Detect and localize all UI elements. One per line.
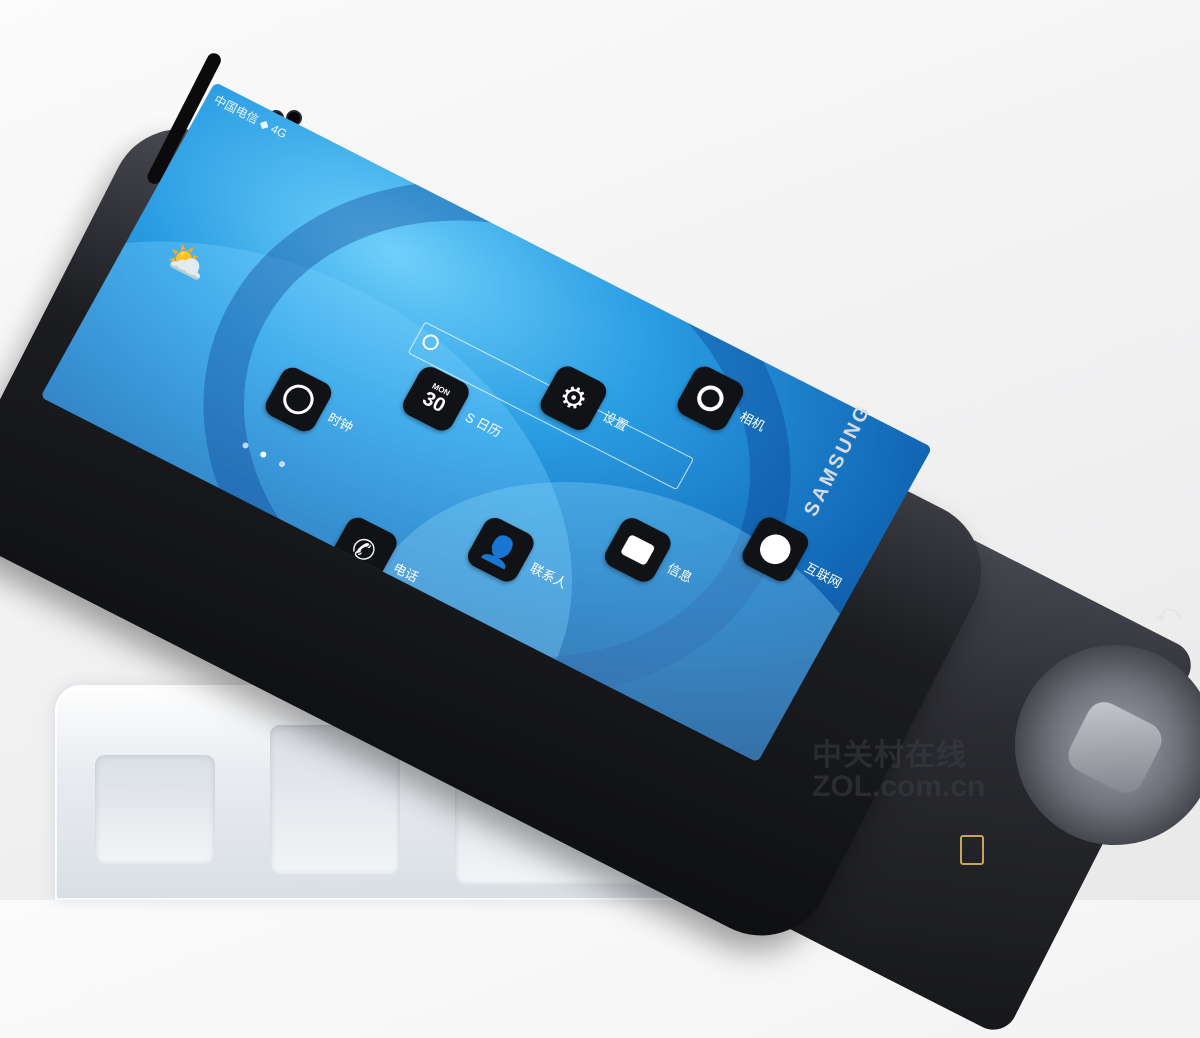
message-bubble-icon (619, 533, 656, 566)
back-key-icon[interactable]: ⤺ (1155, 600, 1181, 628)
page-dot (277, 460, 287, 469)
status-bar: 中国电信 ◆ 4G (211, 92, 290, 142)
page-dot (259, 450, 268, 459)
call-key-icon[interactable] (960, 835, 984, 865)
flip-phone: ⤺ 中国电信 ◆ 4G ⛅ 相机 ⚙ 设置 MON 30 S 日历 时钟 互联网… (0, 0, 1200, 1038)
globe-icon (754, 529, 796, 570)
watermark: 中关村在线 ZOL.com.cn (812, 730, 985, 804)
person-icon: 👤 (477, 528, 524, 572)
watermark-line1: 中关村在线 (812, 739, 967, 772)
page-dot (241, 441, 250, 450)
search-icon (419, 331, 442, 353)
camera-lens-icon (692, 381, 729, 416)
clock-icon (277, 379, 320, 420)
calendar-icon: MON 30 (419, 381, 452, 417)
gear-icon: ⚙ (553, 377, 594, 419)
watermark-line2: ZOL.com.cn (812, 770, 986, 803)
